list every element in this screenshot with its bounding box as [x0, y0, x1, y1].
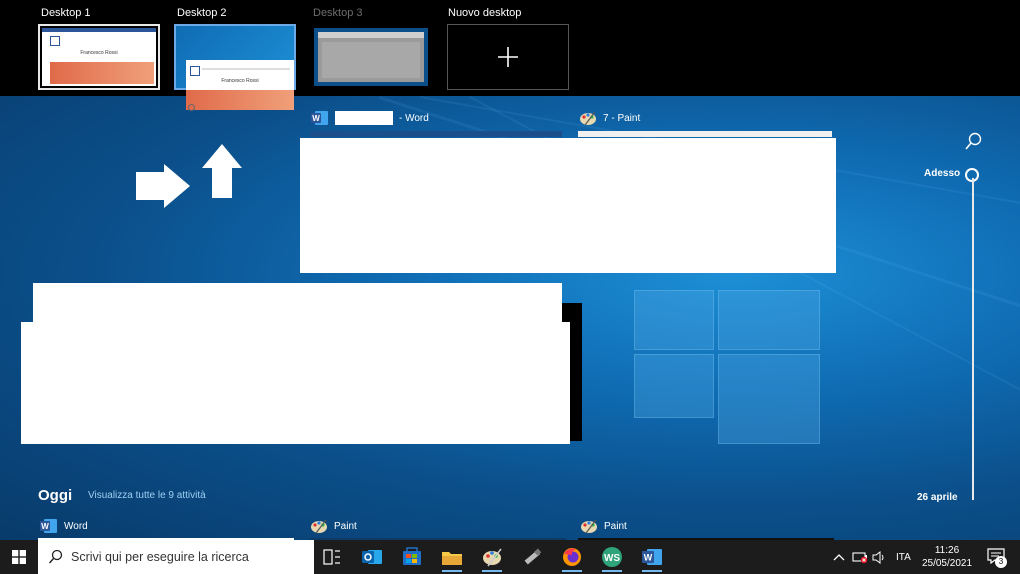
timeline-track[interactable]	[972, 178, 974, 500]
folder-icon	[442, 552, 462, 565]
plus-icon	[498, 47, 518, 67]
volume-icon[interactable]	[872, 551, 886, 564]
timeline-date-label: 26 aprile	[917, 492, 958, 503]
virtual-desktops-bar: Desktop 1 Desktop 2 Desktop 3 Nuovo desk…	[0, 0, 1020, 111]
battery-warning-icon[interactable]	[852, 551, 868, 564]
word-window-thumbnail[interactable]	[310, 131, 562, 137]
svg-text:W: W	[41, 522, 49, 531]
search-icon[interactable]	[964, 132, 984, 152]
language-indicator[interactable]: ITA	[896, 552, 911, 563]
desktop-3-thumbnail[interactable]	[310, 24, 432, 90]
up-arrow-icon	[202, 144, 242, 198]
redacted-window-body	[21, 322, 570, 444]
timeline-section-title: Oggi	[38, 487, 73, 504]
paint-window-thumbnail[interactable]	[578, 131, 832, 137]
redacted-window-area	[300, 138, 836, 273]
right-arrow-icon	[136, 164, 190, 208]
clock-date: 25/05/2021	[921, 558, 973, 569]
paint-icon	[581, 519, 597, 534]
search-icon	[48, 549, 63, 564]
clock[interactable]: 11:26 25/05/2021	[920, 544, 974, 572]
word-window-title: - Word	[399, 112, 429, 124]
taskbar-search-box[interactable]: Scrivi qui per eseguire la ricerca	[38, 540, 314, 574]
word-icon: W	[642, 549, 662, 565]
dragged-window-preview[interactable]: Francesco Rossi	[186, 60, 294, 111]
windows-start-icon	[12, 550, 26, 564]
paint-window-title: 7 - Paint	[603, 112, 641, 124]
task-view-icon	[323, 549, 340, 565]
paint-icon	[311, 519, 327, 534]
new-desktop-button[interactable]	[447, 24, 569, 90]
taskbar-ws-app[interactable]: WS	[598, 543, 626, 572]
action-center-button[interactable]: 3	[984, 546, 1010, 570]
redacted-window-top	[33, 283, 562, 323]
desktop-3-label: Desktop 3	[313, 7, 363, 19]
taskbar: Scrivi qui per eseguire la ricerca WS W …	[0, 540, 1020, 574]
activity-word[interactable]: W Word	[40, 518, 88, 534]
timeline-now-label: Adesso	[924, 168, 961, 179]
desktop-2-thumb-text: Francesco Rossi	[221, 78, 259, 84]
see-all-activities-link[interactable]: Visualizza tutte le 9 attività	[88, 490, 206, 501]
start-button[interactable]	[0, 540, 38, 574]
taskbar-store[interactable]	[398, 543, 426, 571]
firefox-icon	[563, 548, 581, 566]
activity-word-title: Word	[64, 520, 88, 532]
arrow-annotations	[136, 144, 242, 208]
paint-icon	[580, 111, 596, 126]
clock-time: 11:26	[934, 545, 960, 556]
ws-app-icon: WS	[602, 547, 622, 567]
activity-paint-2[interactable]: Paint	[580, 518, 627, 534]
svg-text:W: W	[644, 553, 653, 563]
desktop-1-thumb-text: Francesco Rossi	[80, 50, 118, 56]
task-view-button[interactable]	[318, 543, 346, 571]
taskbar-word[interactable]: W	[638, 543, 666, 572]
taskbar-snipping-tool[interactable]	[518, 543, 546, 571]
notification-count-badge: 3	[995, 556, 1007, 568]
store-icon	[403, 547, 421, 565]
taskbar-file-explorer[interactable]	[438, 543, 466, 572]
usb-pen-icon	[524, 548, 542, 565]
desktop-1-label: Desktop 1	[41, 7, 91, 19]
activity-paint-2-title: Paint	[604, 520, 627, 532]
window-title-paint[interactable]: 7 - Paint	[579, 110, 640, 126]
word-icon: W	[40, 519, 57, 533]
desktop-1-thumbnail[interactable]: Francesco Rossi	[38, 24, 160, 90]
activity-paint-1-title: Paint	[334, 520, 357, 532]
word-icon: W	[311, 111, 328, 125]
taskbar-firefox[interactable]	[558, 543, 586, 572]
taskbar-outlook[interactable]	[358, 543, 386, 571]
taskbar-paint[interactable]	[478, 543, 506, 572]
desktop-2-label: Desktop 2	[177, 7, 227, 19]
paint-icon	[483, 548, 502, 567]
chevron-up-icon[interactable]	[833, 552, 845, 562]
window-title-word[interactable]: W - Word	[311, 110, 429, 126]
outlook-icon	[362, 550, 382, 564]
svg-text:W: W	[312, 114, 320, 123]
search-placeholder: Scrivi qui per eseguire la ricerca	[71, 550, 249, 564]
new-desktop-label: Nuovo desktop	[448, 7, 522, 19]
activity-paint-1[interactable]: Paint	[310, 518, 357, 534]
svg-text:WS: WS	[604, 553, 620, 564]
